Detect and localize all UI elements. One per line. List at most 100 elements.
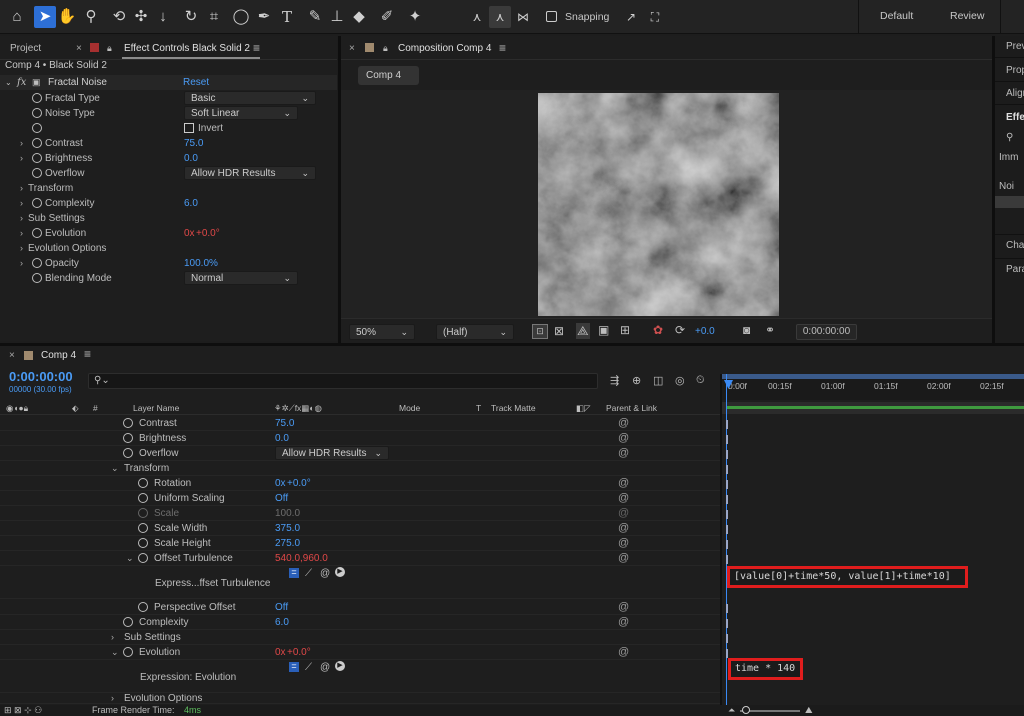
lock-icon[interactable]: 🔒︎ [383,43,388,54]
invert-checkbox[interactable] [184,123,194,133]
tab-effects-presets[interactable]: Effe [995,107,1024,129]
stopwatch-icon[interactable] [138,602,148,612]
column-track-matte[interactable]: Track Matte [491,401,536,415]
brightness-value[interactable]: 0.0 [275,431,289,446]
clone-stamp-icon[interactable]: ⊥ [326,6,348,28]
rotation-degrees[interactable]: +0.0° [287,476,311,491]
roto-brush-icon[interactable]: ✐ [376,6,398,28]
tab-paragraph[interactable]: Para [995,258,1024,280]
view-axis-icon[interactable]: ⋈ [512,6,534,28]
fast-preview-icon[interactable]: ⊡ [532,324,548,339]
enable-expression-icon[interactable]: = [289,662,299,672]
stopwatch-icon[interactable] [32,138,42,148]
chevron-right-icon[interactable]: › [111,694,114,703]
stopwatch-icon[interactable] [138,553,148,563]
show-snapshot-icon[interactable]: ⚭ [765,323,775,337]
stopwatch-icon[interactable] [138,478,148,488]
hand-tool-icon[interactable]: ✋ [56,6,78,28]
pick-whip-icon[interactable]: @ [618,491,629,506]
keyframe-marker[interactable] [726,649,728,658]
noise-type-dropdown[interactable]: Soft Linear ⌄ [184,106,298,120]
snapshot-icon[interactable]: ◙ [743,323,750,337]
stopwatch-icon[interactable] [32,228,42,238]
complexity-value[interactable]: 6.0 [275,615,289,630]
keyframe-marker[interactable] [726,450,728,459]
stopwatch-icon[interactable] [138,493,148,503]
pick-whip-icon[interactable]: @ [618,645,629,660]
pick-whip-icon[interactable]: @ [618,476,629,491]
zoom-dropdown[interactable]: 50% ⌄ [349,324,415,340]
stopwatch-icon[interactable] [32,93,42,103]
pan-camera-icon[interactable]: ✣ [130,6,152,28]
panel-menu-icon[interactable]: ≡ [253,41,260,55]
transparency-grid-icon[interactable]: ⊠ [554,324,564,338]
keyframe-marker[interactable] [726,420,728,429]
rotation-revolutions[interactable]: 0x [275,476,286,491]
frame-blending-icon[interactable]: ◎ [675,374,685,387]
current-time[interactable]: 0:00:00:00 [9,369,73,384]
pick-whip-icon[interactable]: @ [618,615,629,630]
stopwatch-icon[interactable] [123,448,133,458]
pick-whip-icon[interactable]: @ [618,536,629,551]
expression-language-menu-icon[interactable]: ▶ [335,567,345,577]
expression-pickwhip-icon[interactable]: @ [320,566,330,581]
chevron-right-icon[interactable]: › [20,226,23,241]
keyframe-marker[interactable] [726,435,728,444]
brush-tool-icon[interactable]: ✎ [304,6,326,28]
timeline-search-input[interactable]: ⚲⌄ [88,373,598,389]
pick-whip-icon[interactable]: @ [618,431,629,446]
contrast-value[interactable]: 75.0 [275,416,294,431]
graph-editor-icon[interactable]: ⏲ [696,374,705,387]
column-mode[interactable]: Mode [399,401,420,415]
evolution-degrees[interactable]: +0.0° [196,226,220,241]
pick-whip-icon[interactable]: @ [618,600,629,615]
chevron-right-icon[interactable]: › [20,196,23,211]
stopwatch-icon[interactable] [32,108,42,118]
comp-breadcrumb-chip[interactable]: Comp 4 [358,66,419,85]
panel-menu-icon[interactable]: ≡ [499,41,506,55]
chevron-right-icon[interactable]: › [20,256,23,271]
stopwatch-icon[interactable] [32,258,42,268]
region-of-interest-icon[interactable]: ▣ [598,323,609,337]
selection-tool-icon[interactable]: ➤ [34,6,56,28]
keyframe-marker[interactable] [726,465,728,474]
expression-graph-icon[interactable]: ⟋ [305,566,312,581]
resolution-dropdown[interactable]: (Half) ⌄ [436,324,514,340]
opacity-value[interactable]: 100.0% [184,256,218,271]
rotate-tool-icon[interactable]: ↻ [180,6,202,28]
pan-behind-icon[interactable]: ⌗ [203,6,225,28]
blending-mode-dropdown[interactable]: Normal ⌄ [184,271,298,285]
fx-icon[interactable]: fx [17,75,26,90]
eraser-tool-icon[interactable]: ◆ [348,6,370,28]
snapping-checkbox[interactable] [546,11,557,22]
chevron-down-icon[interactable]: ⌄ [111,461,119,476]
close-icon[interactable]: × [349,43,355,54]
search-icon[interactable]: ⚲ [1006,132,1013,143]
chevron-right-icon[interactable]: › [20,136,23,151]
chevron-down-icon[interactable]: ⌄ [126,551,134,566]
mask-visibility-icon[interactable]: ⟁ [576,323,590,339]
layer-duration-bar[interactable] [726,406,1024,409]
fractal-type-dropdown[interactable]: Basic ⌄ [184,91,316,105]
exposure-value[interactable]: +0.0 [695,326,715,337]
chevron-right-icon[interactable]: › [20,151,23,166]
chevron-right-icon[interactable]: › [20,211,23,226]
pick-whip-icon[interactable]: @ [618,551,629,566]
brightness-value[interactable]: 0.0 [184,151,198,166]
column-layer-name[interactable]: Layer Name [133,401,179,415]
stopwatch-icon[interactable] [32,168,42,178]
offset-turbulence-expression[interactable]: [value[0]+time*50, value[1]+time*10] [727,566,968,588]
overflow-dropdown[interactable]: Allow HDR Results ⌄ [184,166,316,180]
timeline-zoom-handle[interactable] [742,706,750,714]
stopwatch-icon[interactable] [32,198,42,208]
zoom-in-icon[interactable]: ⛰ [805,705,813,716]
uniform-scaling-value[interactable]: Off [275,491,288,506]
evolution-revolutions[interactable]: 0x [184,226,195,241]
render-toggle-icon[interactable]: ⊞ ⊠ ⊹ ⚇ [4,705,42,716]
stopwatch-icon[interactable] [32,273,42,283]
stopwatch-icon[interactable] [123,433,133,443]
stopwatch-icon[interactable] [123,617,133,627]
time-ruler[interactable]: 0:00f 00:15f 01:00f 01:15f 02:00f 02:15f [722,374,1024,400]
stopwatch-icon[interactable] [123,418,133,428]
grid-guides-icon[interactable]: ⊞ [620,323,630,337]
